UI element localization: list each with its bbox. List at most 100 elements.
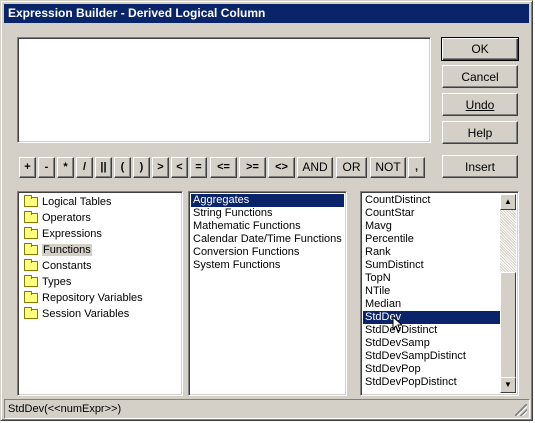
- function-group-item[interactable]: Calendar Date/Time Functions: [191, 233, 344, 246]
- operator-divide-button[interactable]: /: [76, 157, 93, 178]
- function-item[interactable]: Mavg: [363, 220, 500, 233]
- cancel-button[interactable]: Cancel: [442, 65, 518, 88]
- category-item-types[interactable]: Types: [20, 274, 143, 290]
- function-item[interactable]: Percentile: [363, 233, 500, 246]
- function-group-item[interactable]: Aggregates: [191, 194, 344, 207]
- function-item[interactable]: CountDistinct: [363, 194, 500, 207]
- function-group-item[interactable]: System Functions: [191, 259, 344, 272]
- category-label: Types: [42, 276, 72, 288]
- operator-minus-button[interactable]: -: [38, 157, 55, 178]
- function-item[interactable]: NTile: [363, 285, 500, 298]
- function-item[interactable]: TopN: [363, 272, 500, 285]
- function-item[interactable]: StdDevDistinct: [363, 324, 500, 337]
- insert-button-label: Insert: [464, 159, 495, 174]
- scroll-up-arrow-icon[interactable]: ▲: [500, 194, 516, 210]
- operator-or-button[interactable]: OR: [336, 157, 367, 178]
- operator-concat-button[interactable]: ||: [95, 157, 112, 178]
- operator-less-button[interactable]: <: [171, 157, 188, 178]
- function-list-scrollbar[interactable]: ▲ ▼: [500, 194, 516, 393]
- operator-label: ||: [100, 161, 107, 173]
- function-item[interactable]: StdDevSampDistinct: [363, 350, 500, 363]
- folder-icon: [24, 195, 38, 207]
- function-item[interactable]: CountStar: [363, 207, 500, 220]
- category-item-expressions[interactable]: Expressions: [20, 226, 143, 242]
- category-label: Constants: [42, 260, 92, 272]
- category-label: Repository Variables: [42, 292, 143, 304]
- category-label: Logical Tables: [42, 196, 112, 208]
- ok-button-label: OK: [471, 42, 489, 56]
- operator-label: <: [176, 161, 183, 173]
- category-item-repository-variables[interactable]: Repository Variables: [20, 290, 143, 306]
- resize-grip-icon[interactable]: [515, 404, 527, 416]
- function-list[interactable]: CountDistinct CountStar Mavg Percentile …: [360, 191, 519, 396]
- operator-label: <=: [217, 161, 230, 173]
- undo-button[interactable]: Undo: [442, 93, 518, 116]
- category-item-functions[interactable]: Functions: [20, 242, 143, 258]
- folder-icon: [24, 227, 38, 239]
- function-item[interactable]: StdDev: [363, 311, 500, 324]
- category-item-operators[interactable]: Operators: [20, 210, 143, 226]
- operator-label: -: [44, 161, 49, 173]
- operator-greater-button[interactable]: >: [152, 157, 169, 178]
- function-item[interactable]: SumDistinct: [363, 259, 500, 272]
- operator-label: >=: [246, 161, 259, 173]
- folder-icon: [24, 275, 38, 287]
- folder-icon: [24, 291, 38, 303]
- expression-builder-dialog: Expression Builder - Derived Logical Col…: [0, 0, 533, 421]
- folder-icon: [24, 243, 38, 255]
- help-button-label: Help: [467, 125, 493, 140]
- category-label: Expressions: [42, 228, 102, 240]
- operator-and-button[interactable]: AND: [297, 157, 333, 178]
- operator-label: >: [157, 161, 164, 173]
- operator-less-equal-button[interactable]: <=: [210, 157, 237, 178]
- status-text: StdDev(<<numExpr>>): [8, 403, 122, 415]
- function-group-item[interactable]: String Functions: [191, 207, 344, 220]
- category-item-session-variables[interactable]: Session Variables: [20, 306, 143, 322]
- operator-not-button[interactable]: NOT: [370, 157, 406, 178]
- operator-label: AND: [302, 160, 328, 174]
- function-group-item[interactable]: Conversion Functions: [191, 246, 344, 259]
- operator-close-paren-button[interactable]: ): [133, 157, 150, 178]
- folder-icon: [24, 307, 38, 319]
- operator-label: NOT: [375, 160, 401, 174]
- mouse-cursor-icon: [392, 316, 402, 332]
- function-item[interactable]: Rank: [363, 246, 500, 259]
- category-label: Operators: [42, 212, 91, 224]
- function-item[interactable]: StdDevPop: [363, 363, 500, 376]
- operator-label: (: [120, 161, 125, 173]
- operator-label: *: [63, 161, 68, 173]
- expression-editor[interactable]: [17, 37, 431, 143]
- window-title: Expression Builder - Derived Logical Col…: [4, 4, 529, 23]
- operator-multiply-button[interactable]: *: [57, 157, 74, 178]
- operator-equals-button[interactable]: =: [190, 157, 207, 178]
- help-button[interactable]: Help: [442, 121, 518, 144]
- operator-label: ,: [414, 161, 419, 173]
- ok-button[interactable]: OK: [441, 37, 519, 61]
- category-label: Functions: [42, 244, 92, 256]
- status-bar: StdDev(<<numExpr>>): [4, 399, 530, 419]
- category-item-logical-tables[interactable]: Logical Tables: [20, 194, 143, 210]
- insert-button[interactable]: Insert: [442, 155, 518, 178]
- function-item[interactable]: StdDevSamp: [363, 337, 500, 350]
- folder-icon: [24, 259, 38, 271]
- category-label: Session Variables: [42, 308, 130, 320]
- function-group-list[interactable]: Aggregates String Functions Mathematic F…: [188, 191, 347, 396]
- operator-label: ): [139, 161, 144, 173]
- function-group-item[interactable]: Mathematic Functions: [191, 220, 344, 233]
- operator-greater-equal-button[interactable]: >=: [239, 157, 266, 178]
- operator-label: =: [195, 161, 202, 173]
- category-item-constants[interactable]: Constants: [20, 258, 143, 274]
- scrollbar-thumb[interactable]: [500, 272, 516, 382]
- function-item[interactable]: Median: [363, 298, 500, 311]
- category-list[interactable]: Logical Tables Operators Expressions Fun…: [17, 191, 183, 396]
- operator-comma-button[interactable]: ,: [408, 157, 425, 178]
- undo-button-label: Undo: [465, 97, 495, 112]
- folder-icon: [24, 211, 38, 223]
- function-item[interactable]: StdDevPopDistinct: [363, 376, 500, 389]
- cancel-button-label: Cancel: [461, 69, 499, 84]
- operator-label: <>: [275, 161, 288, 173]
- scroll-down-arrow-icon[interactable]: ▼: [500, 377, 516, 393]
- operator-not-equal-button[interactable]: <>: [268, 157, 295, 178]
- operator-open-paren-button[interactable]: (: [114, 157, 131, 178]
- operator-plus-button[interactable]: +: [19, 157, 36, 178]
